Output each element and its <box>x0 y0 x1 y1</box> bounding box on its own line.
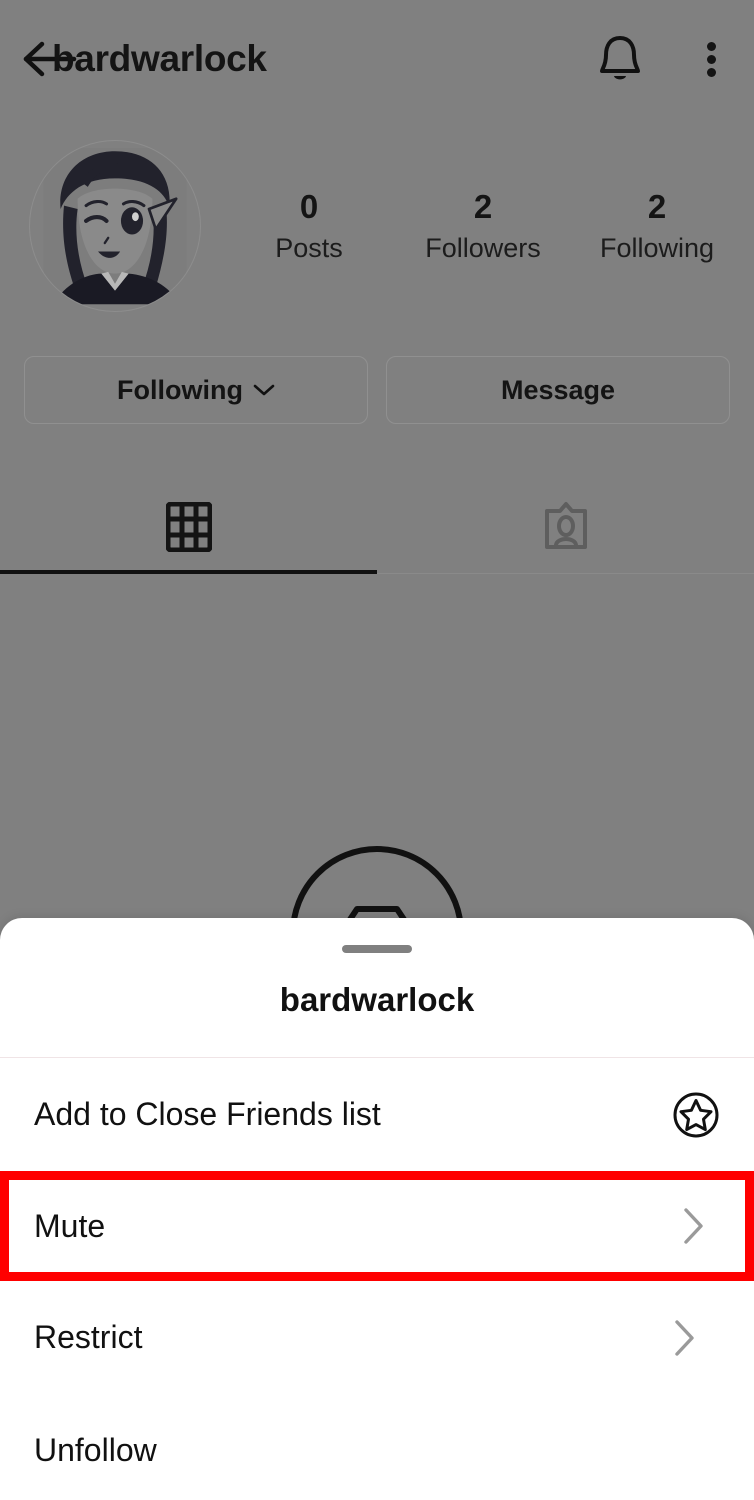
following-button[interactable]: Following <box>24 356 368 424</box>
chevron-down-icon <box>253 384 275 396</box>
anime-character-avatar-icon <box>43 147 187 305</box>
tab-tagged[interactable] <box>377 480 754 574</box>
tagged-icon <box>544 502 587 549</box>
stat-posts[interactable]: 0 Posts <box>222 188 396 268</box>
drag-handle[interactable] <box>342 945 412 953</box>
stat-posts-label: Posts <box>275 232 343 263</box>
stat-followers-label: Followers <box>425 232 541 263</box>
page-title: bardwarlock <box>52 38 267 79</box>
sheet-item-close-friends-label: Add to Close Friends list <box>34 1096 381 1132</box>
profile-actions: Following Message <box>24 356 730 424</box>
bell-icon <box>600 36 640 80</box>
stat-following-count: 2 <box>647 188 667 225</box>
chevron-right-icon <box>684 1208 703 1244</box>
chevron-right-icon <box>675 1319 694 1356</box>
sheet-item-close-friends[interactable]: Add to Close Friends list <box>0 1058 754 1171</box>
tab-active-underline <box>0 570 377 574</box>
profile-stats: 0 Posts 2 Followers 2 Following <box>222 140 754 268</box>
screen-root: bardwarlock 0 Posts 2 Followers 2 Follow… <box>0 0 754 1500</box>
star-circle-icon <box>673 1092 719 1137</box>
sheet-item-mute[interactable]: Mute <box>0 1171 754 1281</box>
app-header: bardwarlock <box>0 0 754 118</box>
profile-tabs <box>0 480 754 574</box>
profile-summary: 0 Posts 2 Followers 2 Following <box>0 140 754 312</box>
stat-posts-count: 0 <box>299 188 319 225</box>
sheet-item-unfollow-label: Unfollow <box>34 1432 157 1468</box>
sheet-item-unfollow[interactable]: Unfollow <box>0 1394 754 1500</box>
following-button-label: Following <box>117 374 243 405</box>
stat-following-label: Following <box>599 232 715 263</box>
sheet-title: bardwarlock <box>279 981 475 1018</box>
bottom-sheet: bardwarlock Add to Close Friends list Mu… <box>0 918 754 1500</box>
sheet-item-mute-label: Mute <box>34 1207 106 1244</box>
stat-following[interactable]: 2 Following <box>570 188 744 268</box>
avatar[interactable] <box>29 140 201 312</box>
message-button[interactable]: Message <box>386 356 730 424</box>
tab-grid[interactable] <box>0 480 377 574</box>
more-vertical-icon <box>706 38 716 81</box>
notifications-button[interactable] <box>572 0 668 118</box>
sheet-item-restrict-label: Restrict <box>34 1319 143 1355</box>
sheet-item-restrict[interactable]: Restrict <box>0 1281 754 1394</box>
grid-icon <box>165 502 212 552</box>
stat-followers-count: 2 <box>473 188 493 225</box>
overflow-menu-button[interactable] <box>668 0 754 118</box>
message-button-label: Message <box>500 374 616 405</box>
stat-followers[interactable]: 2 Followers <box>396 188 570 268</box>
avatar-container[interactable] <box>0 140 222 312</box>
